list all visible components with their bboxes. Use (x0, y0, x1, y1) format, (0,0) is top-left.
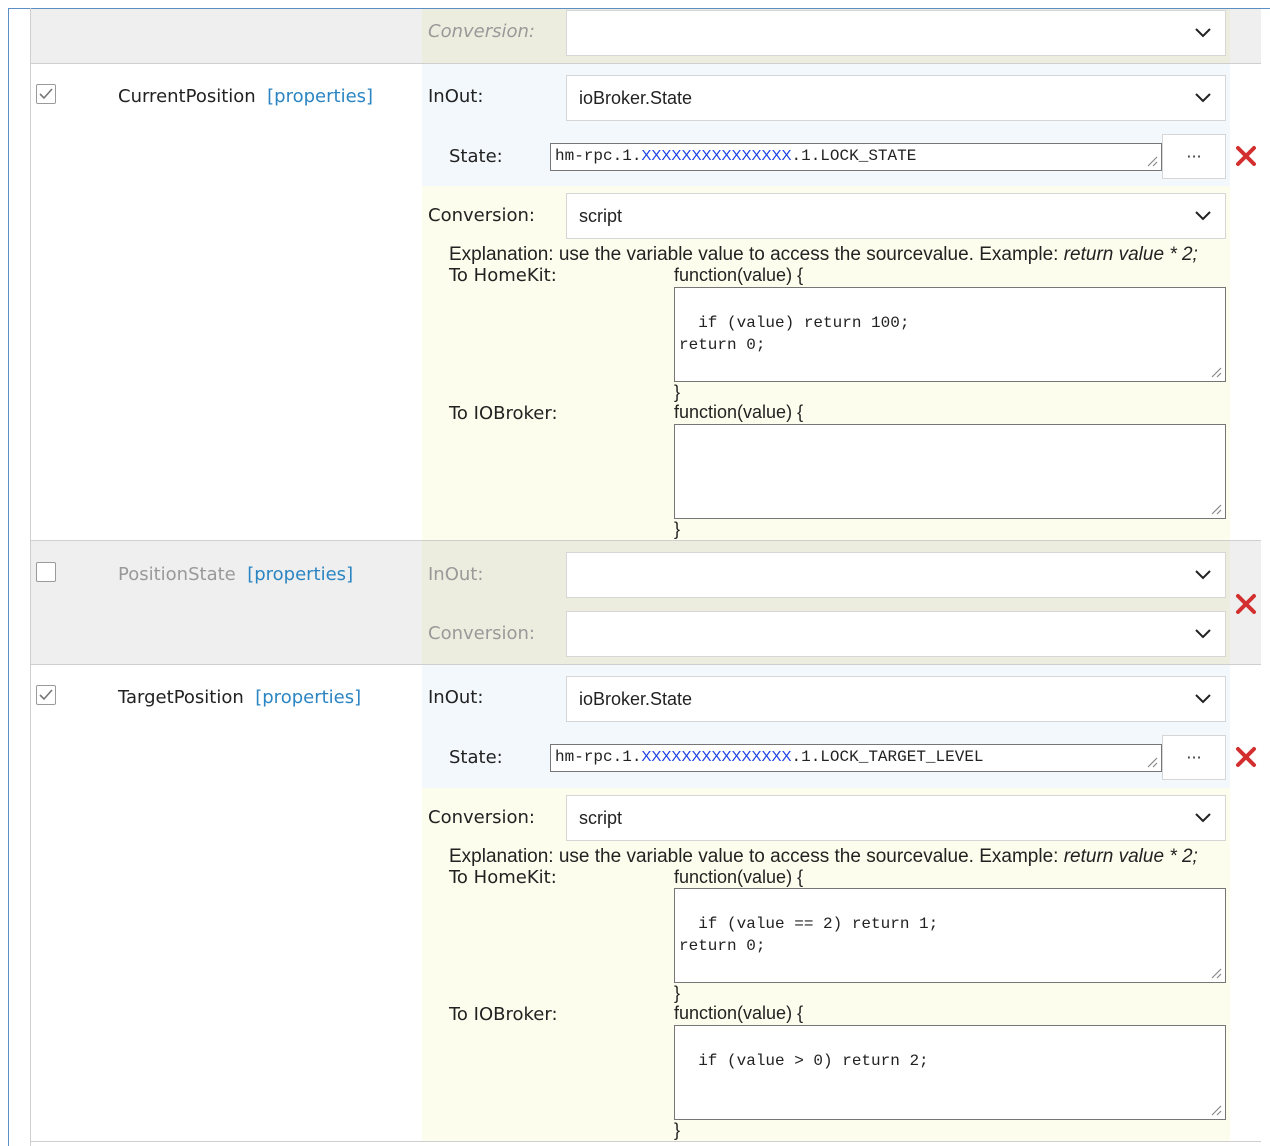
to-homekit-code[interactable]: if (value) return 100; return 0; (674, 287, 1226, 382)
select-state-button[interactable]: ··· (1162, 134, 1226, 179)
chevron-down-icon (1195, 694, 1211, 704)
position-state-checkbox[interactable] (36, 562, 56, 582)
to-iobroker-code[interactable]: if (value > 0) return 2; (674, 1025, 1226, 1120)
function-open: function(value) { (674, 402, 804, 422)
conversion-label: Conversion: (428, 623, 535, 644)
state-prefix: hm-rpc.1. (555, 147, 642, 165)
state-input[interactable]: hm-rpc.1. XXXXXXXXXXXXXXX .1.LOCK_STATE (550, 143, 1162, 171)
function-close: } (674, 983, 681, 1003)
to-iobroker-code[interactable] (674, 424, 1226, 519)
properties-link[interactable]: [properties] (255, 687, 361, 708)
inout-select-value: ioBroker.State (579, 87, 693, 108)
explanation-example: return value * 2; (1063, 244, 1198, 265)
state-label: State: (449, 146, 503, 167)
inout-label: InOut: (428, 687, 484, 708)
chevron-down-icon (1195, 28, 1211, 38)
state-masked: XXXXXXXXXXXXXXX (641, 147, 792, 164)
delete-icon[interactable] (1235, 593, 1257, 615)
resize-grip-icon[interactable] (1146, 155, 1158, 167)
characteristic-name: PositionState (118, 564, 236, 585)
delete-icon[interactable] (1235, 746, 1257, 768)
to-homekit-code-text: if (value == 2) return 1; return 0; (679, 915, 939, 955)
to-homekit-label: To HomeKit: (449, 867, 557, 888)
state-suffix: .1.LOCK_STATE (791, 147, 917, 165)
conversion-select[interactable] (566, 10, 1226, 56)
target-position-checkbox[interactable] (36, 685, 56, 705)
state-prefix: hm-rpc.1. (555, 748, 642, 766)
explanation-text: Explanation: use the variable value to a… (449, 244, 1198, 266)
inout-select[interactable] (566, 552, 1226, 598)
chevron-down-icon (1195, 211, 1211, 221)
to-iobroker-label: To IOBroker: (449, 1004, 558, 1025)
inout-select-value: ioBroker.State (579, 688, 693, 709)
inout-select[interactable]: ioBroker.State (566, 75, 1226, 121)
row-divider (31, 1141, 1261, 1142)
conversion-label: Conversion: (428, 205, 535, 226)
chevron-down-icon (1195, 813, 1211, 823)
explanation-prefix: Explanation: use the variable value to a… (449, 244, 1064, 265)
to-homekit-code-text: if (value) return 100; return 0; (679, 314, 910, 354)
current-position-name: CurrentPosition [properties] (118, 86, 373, 107)
conversion-label: Conversion: (428, 21, 535, 42)
function-close: } (674, 382, 681, 402)
chevron-down-icon (1195, 629, 1211, 639)
conversion-select-value: script (579, 205, 623, 226)
ellipsis-icon: ··· (1186, 748, 1202, 767)
function-open: function(value) { (674, 867, 804, 887)
to-iobroker-code-text: if (value > 0) return 2; (698, 1052, 929, 1070)
properties-link[interactable]: [properties] (247, 564, 353, 585)
select-state-button[interactable]: ··· (1162, 735, 1226, 780)
target-position-name: TargetPosition [properties] (118, 687, 361, 708)
resize-grip-icon[interactable] (1146, 756, 1158, 768)
conversion-label: Conversion: (428, 807, 535, 828)
state-suffix: .1.LOCK_TARGET_LEVEL (791, 748, 984, 766)
state-input[interactable]: hm-rpc.1. XXXXXXXXXXXXXXX .1.LOCK_TARGET_L… (550, 744, 1162, 772)
inout-label: InOut: (428, 86, 484, 107)
current-position-checkbox[interactable] (36, 84, 56, 104)
delete-icon[interactable] (1235, 145, 1257, 167)
function-open: function(value) { (674, 265, 804, 285)
state-masked: XXXXXXXXXXXXXXX (641, 748, 792, 765)
chevron-down-icon (1195, 93, 1211, 103)
to-homekit-label: To HomeKit: (449, 265, 557, 286)
position-state-name: PositionState [properties] (118, 564, 353, 585)
checkmark-icon (39, 689, 53, 701)
function-open: function(value) { (674, 1003, 804, 1023)
conversion-select[interactable] (566, 611, 1226, 657)
properties-link[interactable]: [properties] (267, 86, 373, 107)
conversion-select-value: script (579, 807, 623, 828)
characteristic-name: CurrentPosition (118, 86, 256, 107)
conversion-select[interactable]: script (566, 795, 1226, 841)
characteristic-name: TargetPosition (118, 687, 244, 708)
checkmark-icon (39, 88, 53, 100)
resize-grip-icon[interactable] (1210, 503, 1222, 515)
chevron-down-icon (1195, 570, 1211, 580)
resize-grip-icon[interactable] (1210, 366, 1222, 378)
function-close: } (674, 1120, 681, 1140)
resize-grip-icon[interactable] (1210, 967, 1222, 979)
inout-select[interactable]: ioBroker.State (566, 676, 1226, 722)
ellipsis-icon: ··· (1186, 147, 1202, 166)
resize-grip-icon[interactable] (1210, 1104, 1222, 1116)
conversion-select[interactable]: script (566, 193, 1226, 239)
explanation-example: return value * 2; (1063, 846, 1198, 867)
explanation-prefix: Explanation: use the variable value to a… (449, 846, 1064, 867)
state-label: State: (449, 747, 503, 768)
explanation-text: Explanation: use the variable value to a… (449, 846, 1198, 868)
function-close: } (674, 519, 681, 539)
to-homekit-code[interactable]: if (value == 2) return 1; return 0; (674, 888, 1226, 983)
to-iobroker-label: To IOBroker: (449, 403, 558, 424)
inout-label: InOut: (428, 564, 484, 585)
